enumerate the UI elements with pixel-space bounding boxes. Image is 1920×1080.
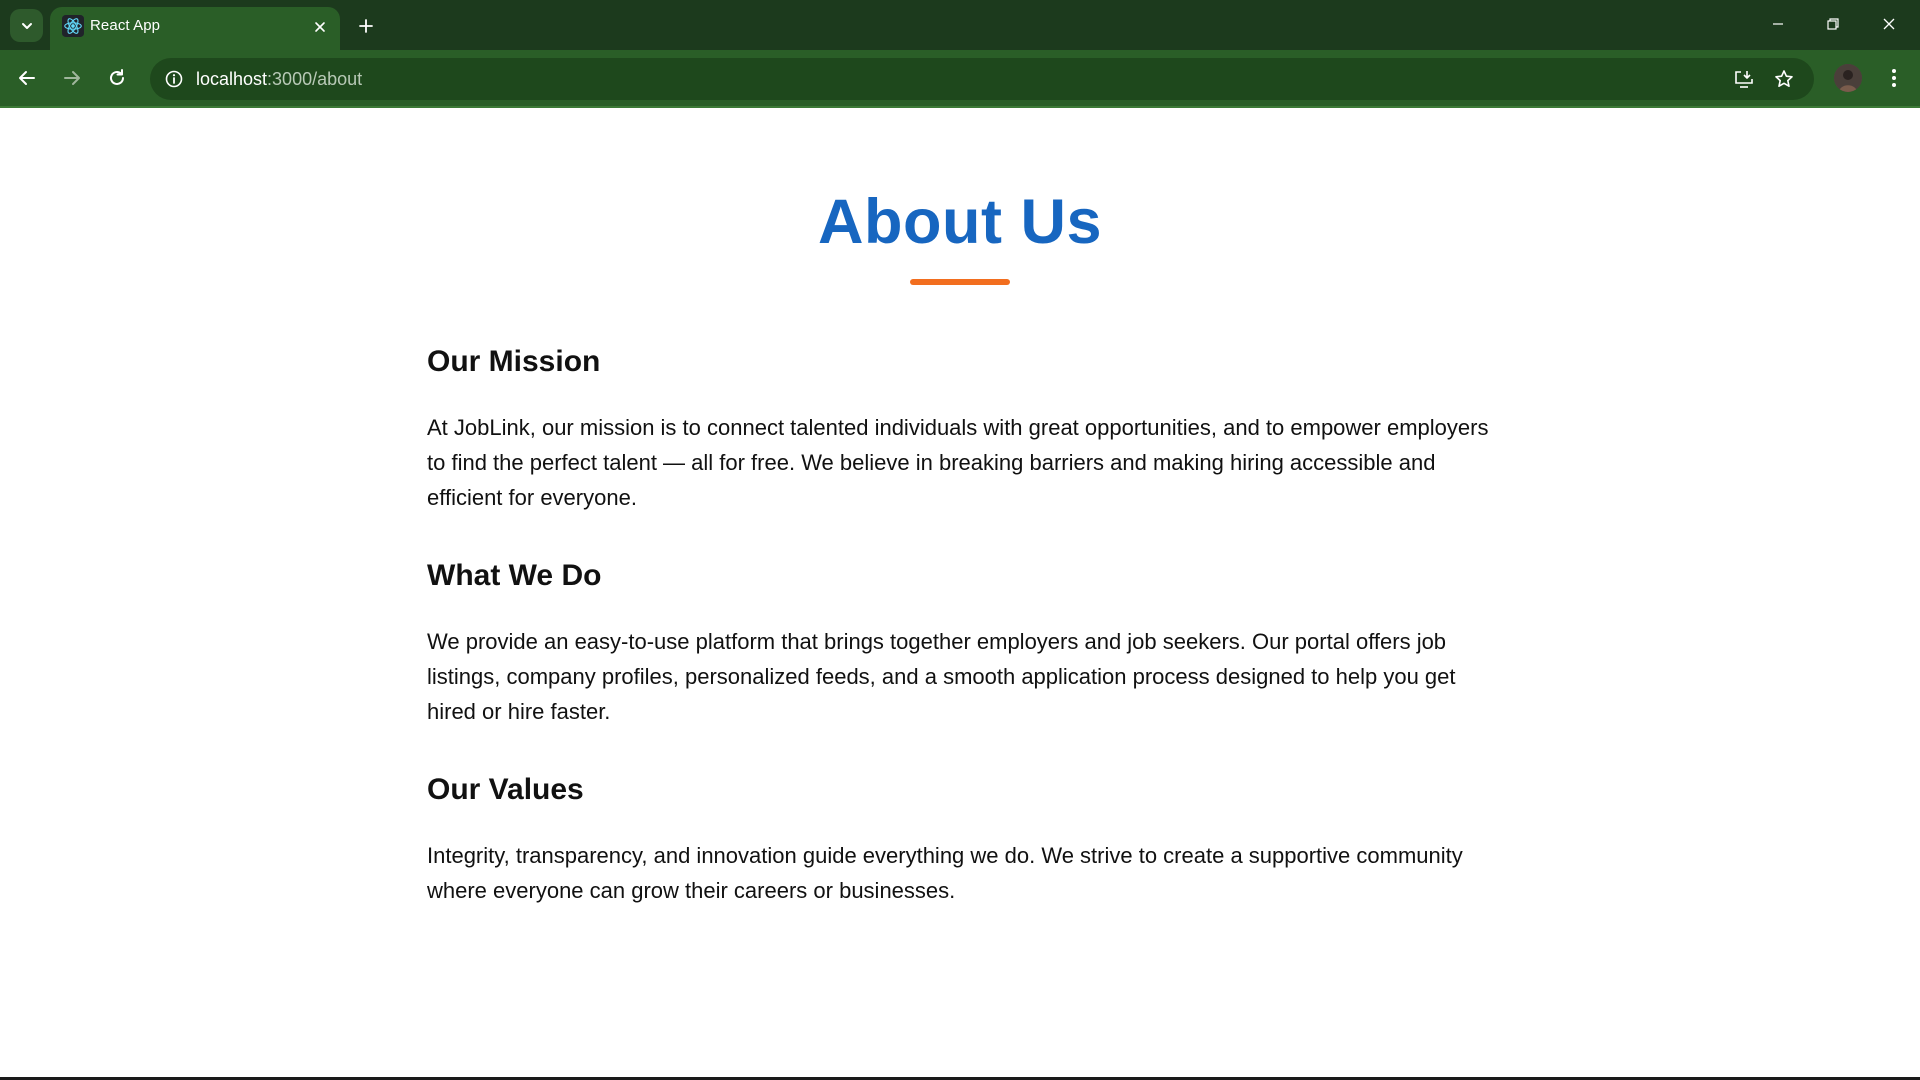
section-text: We provide an easy-to-use platform that …: [427, 629, 1456, 724]
avatar-icon: [1834, 64, 1862, 92]
close-icon: [1883, 18, 1895, 30]
about-content: Our Mission At JobLink, our mission is t…: [427, 344, 1507, 951]
close-icon: [315, 22, 325, 32]
back-button[interactable]: [9, 60, 45, 96]
url-host: localhost: [196, 69, 268, 89]
section-text: At JobLink, our mission is to connect ta…: [427, 415, 1489, 510]
forward-button[interactable]: [54, 60, 90, 96]
reload-button[interactable]: [99, 60, 135, 96]
browser-toolbar: localhost:3000/about: [0, 50, 1920, 108]
plus-icon: [359, 19, 373, 33]
address-bar[interactable]: localhost:3000/about: [150, 58, 1814, 100]
section-what-we-do: What We Do We provide an easy-to-use pla…: [427, 558, 1507, 729]
restore-button[interactable]: [1810, 6, 1856, 42]
minimize-icon: [1773, 23, 1783, 25]
url-path: :3000/about: [267, 69, 363, 89]
section-values: Our Values Integrity, transparency, and …: [427, 772, 1507, 908]
restore-icon: [1827, 18, 1839, 30]
bookmark-button[interactable]: [1768, 63, 1800, 95]
tab-close-button[interactable]: [308, 15, 332, 39]
react-logo-icon: [62, 15, 84, 37]
page-title: About Us: [818, 187, 1102, 257]
section-heading: Our Values: [427, 773, 584, 806]
section-text: Integrity, transparency, and innovation …: [427, 843, 1463, 903]
reload-icon: [110, 69, 124, 85]
tab-search-button[interactable]: [10, 9, 43, 42]
browser-tab-bar: React App: [0, 0, 1920, 50]
site-info-button[interactable]: [158, 63, 190, 95]
new-tab-button[interactable]: [352, 12, 380, 40]
star-icon: [1775, 70, 1793, 87]
tab-title: React App: [90, 17, 161, 34]
page-content: About Us Our Mission At JobLink, our mis…: [0, 110, 1920, 1077]
info-icon: [165, 70, 183, 88]
arrow-right-icon: [64, 71, 80, 85]
profile-avatar[interactable]: [1834, 64, 1862, 92]
browser-tab[interactable]: React App: [50, 7, 340, 50]
arrow-left-icon: [19, 71, 35, 85]
install-app-button[interactable]: [1728, 63, 1760, 95]
more-vertical-icon: [1892, 69, 1896, 87]
browser-menu-button[interactable]: [1878, 62, 1910, 94]
section-heading: What We Do: [427, 559, 602, 592]
chevron-down-icon: [21, 22, 32, 29]
title-underline: [910, 279, 1010, 285]
url-text[interactable]: localhost:3000/about: [196, 69, 362, 90]
section-heading: Our Mission: [427, 345, 601, 378]
install-icon: [1735, 71, 1753, 88]
section-mission: Our Mission At JobLink, our mission is t…: [427, 344, 1507, 515]
window-close-button[interactable]: [1866, 6, 1912, 42]
minimize-button[interactable]: [1755, 6, 1801, 42]
